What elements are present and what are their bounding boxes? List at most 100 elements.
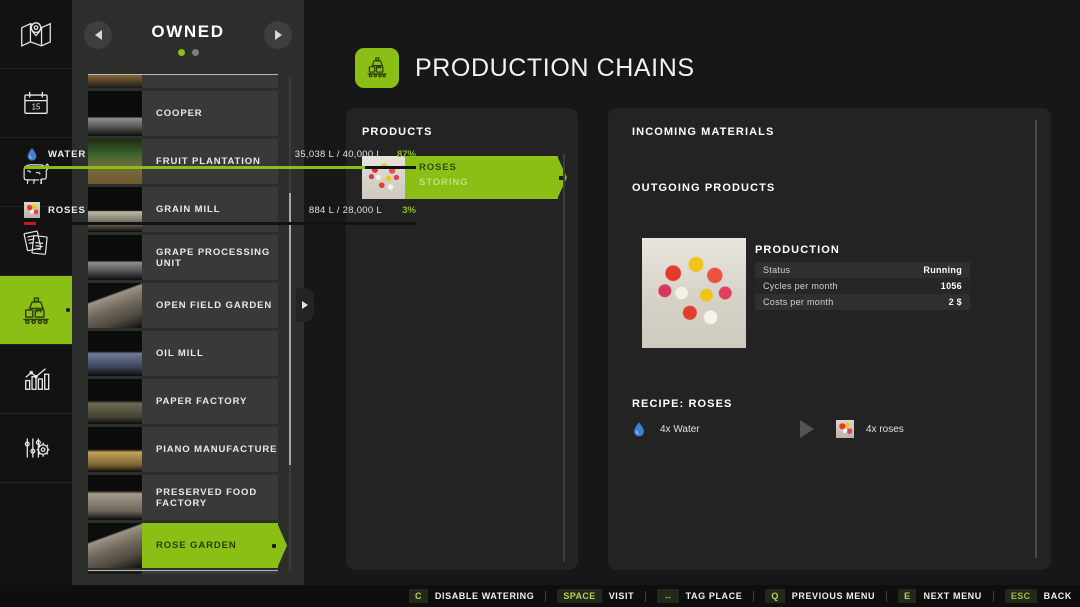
action-item[interactable]: ↔TAG PLACE (657, 589, 742, 603)
facility-row-body[interactable]: GRAPE PROCESSING UNIT (142, 235, 278, 280)
facility-thumbnail (88, 235, 142, 280)
list-item[interactable]: ROSE GARDEN (72, 523, 304, 568)
facility-row-body[interactable] (142, 571, 278, 574)
facility-image (88, 475, 142, 520)
action-bar: CDISABLE WATERING SPACEVISIT ↔TAG PLACE Q PR… (0, 585, 1080, 607)
production-info-table: StatusRunningCycles per month1056Costs p… (755, 262, 970, 310)
facility-row-body[interactable]: COOPER (142, 91, 278, 136)
recipe-output-text: 4x roses (866, 424, 904, 435)
recipe-title: RECIPE: ROSES (632, 398, 733, 410)
sidebar-item-production[interactable] (0, 276, 72, 345)
chevron-right-icon (275, 30, 282, 40)
facility-row-body[interactable]: PAPER FACTORY (142, 379, 278, 424)
water-drop-icon (630, 420, 648, 438)
facility-image (88, 379, 142, 424)
sidebar-item-calendar[interactable]: 15 (0, 69, 72, 138)
action-label: PREVIOUS MENU (792, 591, 875, 601)
production-chains-screen: 15 (0, 0, 1080, 607)
list-item[interactable]: GRAPE PROCESSING UNIT (72, 235, 304, 280)
list-item[interactable]: PIANO MANUFACTURE (72, 427, 304, 472)
action-separator (993, 591, 994, 602)
sidebar-item-settings[interactable] (0, 414, 72, 483)
owned-header: OWNED (72, 0, 304, 82)
facility-row-body[interactable]: OPEN FIELD GARDEN (142, 283, 278, 328)
main-header: PRODUCTION CHAINS (355, 48, 695, 88)
facility-image (88, 283, 142, 328)
incoming-materials-title: INCOMING MATERIALS (632, 126, 774, 138)
list-item[interactable] (72, 571, 304, 574)
list-bottom-divider (88, 570, 278, 571)
facility-row-body[interactable]: ROSE GARDEN (142, 523, 278, 568)
products-title: PRODUCTS (362, 126, 433, 138)
previous-category-button[interactable] (84, 21, 112, 49)
bar-chart-icon (17, 360, 55, 398)
facility-thumbnail (88, 74, 142, 88)
selected-indicator-dot (559, 176, 563, 180)
list-item[interactable]: OPEN FIELD GARDEN (72, 283, 304, 328)
facility-image (88, 427, 142, 472)
scrollbar-thumb[interactable] (289, 193, 291, 465)
page-dot-2[interactable] (192, 49, 199, 56)
facility-row-body[interactable]: PIANO MANUFACTURE (142, 427, 278, 472)
facility-name: PRESERVED FOOD FACTORY (156, 487, 278, 509)
calendar-icon: 15 (17, 84, 55, 122)
details-scrollbar[interactable] (1035, 120, 1037, 558)
collapse-panel-button[interactable] (296, 288, 314, 322)
action-item[interactable]: ENEXT MENU (898, 589, 982, 603)
info-key: Costs per month (763, 297, 834, 307)
roses-icon (24, 202, 40, 218)
page-indicator-dots (72, 49, 304, 56)
facility-row-body[interactable]: CEREAL FACTORY (142, 74, 278, 88)
svg-text:15: 15 (32, 102, 41, 111)
info-value: 2 $ (949, 297, 962, 307)
list-item[interactable]: PRESERVED FOOD FACTORY (72, 475, 304, 520)
recipe-input-text: 4x Water (660, 424, 700, 435)
roses-image (642, 238, 746, 348)
facility-thumbnail (88, 379, 142, 424)
action-item[interactable]: SPACEVISIT (557, 589, 634, 603)
product-row-body[interactable]: ROSES STORING (405, 156, 558, 199)
action-separator (645, 591, 646, 602)
info-key: Status (763, 265, 790, 275)
list-item[interactable]: COOPER (72, 91, 304, 136)
facility-image (88, 235, 142, 280)
outgoing-product-row-roses[interactable]: ROSES 884 L / 28,000 L 3% (24, 202, 416, 225)
action-item[interactable]: ESCBACK (1005, 589, 1072, 603)
outgoing-products-title: OUTGOING PRODUCTS (632, 182, 775, 194)
owned-panel: OWNED CEREAL FACTORYCOOPERFRUIT PLANTATI… (72, 0, 304, 585)
facility-row-body[interactable]: OIL MILL (142, 331, 278, 376)
action-label: DISABLE WATERING (435, 591, 534, 601)
products-scrollbar[interactable] (563, 154, 565, 562)
screen-title: PRODUCTION CHAINS (415, 54, 695, 83)
incoming-material-row-water[interactable]: WATER 35,038 L / 40,000 L 87% (24, 146, 416, 169)
list-item[interactable]: CEREAL FACTORY (72, 74, 304, 88)
action-key: ↔ (657, 589, 678, 603)
water-drop-icon (24, 146, 40, 162)
sidebar-item-statistics[interactable] (0, 345, 72, 414)
factory-icon (362, 55, 392, 81)
facility-name: PIANO MANUFACTURE (156, 444, 277, 455)
list-item[interactable]: OIL MILL (72, 331, 304, 376)
facility-image (88, 331, 142, 376)
production-info-row: Cycles per month1056 (755, 278, 970, 294)
action-item[interactable]: Q PREVIOUS MENU (765, 589, 875, 603)
production-title: PRODUCTION (755, 244, 840, 256)
action-key: SPACE (557, 589, 601, 603)
next-category-button[interactable] (264, 21, 292, 49)
facility-name: OPEN FIELD GARDEN (156, 300, 272, 311)
main-nav-rail: 15 (0, 0, 72, 585)
facility-image (88, 571, 142, 574)
arrow-right-icon (800, 420, 814, 438)
page-dot-1[interactable] (178, 49, 185, 56)
action-item[interactable]: CDISABLE WATERING (409, 589, 534, 603)
facility-row-body[interactable]: PRESERVED FOOD FACTORY (142, 475, 278, 520)
product-amount: 884 L / 28,000 L (309, 205, 382, 216)
facility-name: OIL MILL (156, 348, 204, 359)
product-state: STORING (419, 177, 558, 188)
product-progress-fill (24, 222, 36, 225)
sidebar-item-map[interactable] (0, 0, 72, 69)
list-item[interactable]: PAPER FACTORY (72, 379, 304, 424)
product-progress-track (24, 222, 416, 225)
action-key: Q (765, 589, 784, 603)
product-percent: 3% (382, 205, 416, 216)
